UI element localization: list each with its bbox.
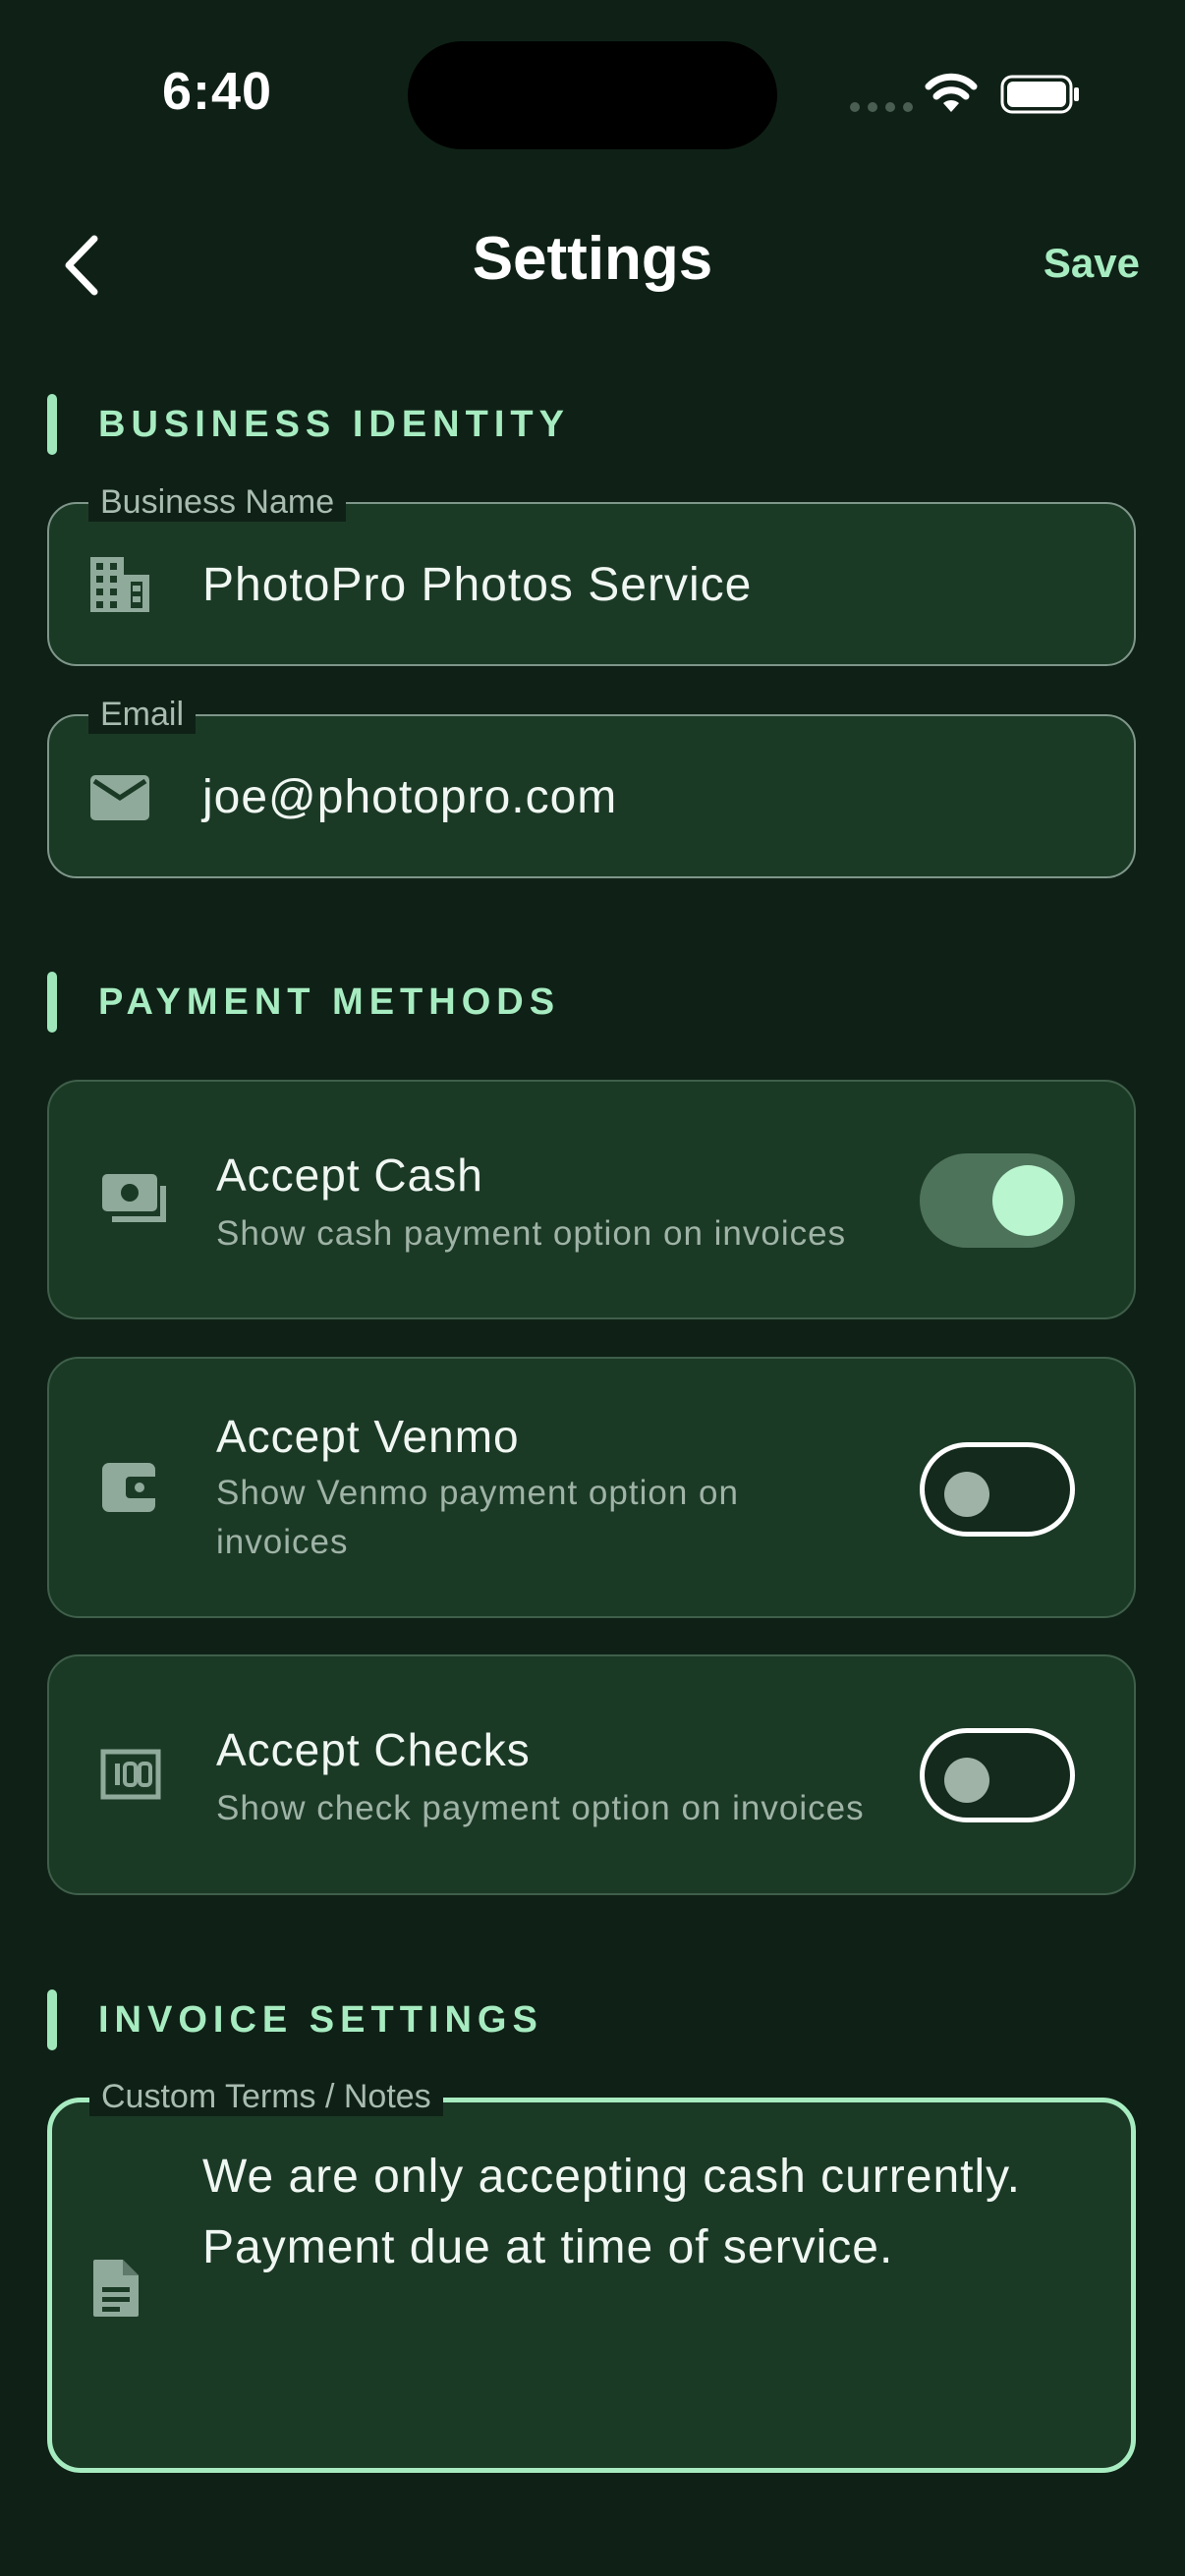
- accept-venmo-toggle[interactable]: [920, 1442, 1075, 1537]
- accept-checks-toggle[interactable]: [920, 1728, 1075, 1822]
- status-bar: 6:40: [0, 0, 1185, 187]
- section-title: PAYMENT METHODS: [98, 980, 561, 1023]
- field-label: Business Name: [88, 482, 347, 522]
- wallet-icon: [102, 1463, 159, 1512]
- status-time: 6:40: [162, 62, 273, 121]
- section-accent-bar: [47, 394, 57, 455]
- payment-card-venmo: Accept Venmo Show Venmo payment option o…: [47, 1357, 1136, 1618]
- section-business-identity: BUSINESS IDENTITY: [47, 394, 570, 455]
- cash-icon: [102, 1174, 166, 1222]
- email-field[interactable]: Email joe@photopro.com: [47, 695, 1136, 878]
- payment-card-checks: Accept Checks Show check payment option …: [47, 1654, 1136, 1895]
- mail-icon: [90, 775, 149, 820]
- payment-subtitle: Show cash payment option on invoices: [216, 1214, 847, 1253]
- building-icon: [90, 557, 149, 612]
- payment-subtitle: Show check payment option on invoices: [216, 1789, 865, 1827]
- cellular-signal-icon: [850, 102, 913, 112]
- dynamic-island: [408, 41, 777, 149]
- wifi-icon: [925, 73, 978, 112]
- toggle-knob: [992, 1165, 1063, 1236]
- save-button[interactable]: Save: [1044, 240, 1140, 287]
- payment-title: Accept Venmo: [216, 1411, 520, 1462]
- email-value: joe@photopro.com: [202, 771, 618, 823]
- document-icon: [93, 2260, 139, 2317]
- section-title: INVOICE SETTINGS: [98, 1998, 543, 2041]
- payment-subtitle: Show Venmo payment option on invoices: [216, 1474, 739, 1561]
- business-name-field[interactable]: Business Name PhotoPro Photos Service: [47, 482, 1136, 666]
- section-invoice-settings: INVOICE SETTINGS: [47, 1989, 543, 2050]
- toggle-knob: [944, 1758, 989, 1803]
- field-label: Custom Terms / Notes: [89, 2077, 443, 2116]
- battery-icon: [1000, 75, 1079, 114]
- payment-title: Accept Checks: [216, 1724, 531, 1775]
- business-name-value: PhotoPro Photos Service: [202, 559, 753, 611]
- custom-terms-value: We are only accepting cash currently. Pa…: [202, 2151, 1021, 2273]
- toggle-knob: [944, 1472, 989, 1517]
- accept-cash-toggle[interactable]: [920, 1153, 1075, 1248]
- payment-card-cash: Accept Cash Show cash payment option on …: [47, 1080, 1136, 1319]
- section-accent-bar: [47, 972, 57, 1033]
- section-title: BUSINESS IDENTITY: [98, 403, 570, 445]
- page-title: Settings: [472, 225, 713, 293]
- custom-terms-field[interactable]: Custom Terms / Notes We are only accepti…: [47, 2077, 1136, 2473]
- section-payment-methods: PAYMENT METHODS: [47, 972, 560, 1033]
- check-icon: [100, 1749, 161, 1800]
- field-label: Email: [88, 695, 197, 734]
- section-accent-bar: [47, 1989, 57, 2050]
- payment-title: Accept Cash: [216, 1149, 483, 1201]
